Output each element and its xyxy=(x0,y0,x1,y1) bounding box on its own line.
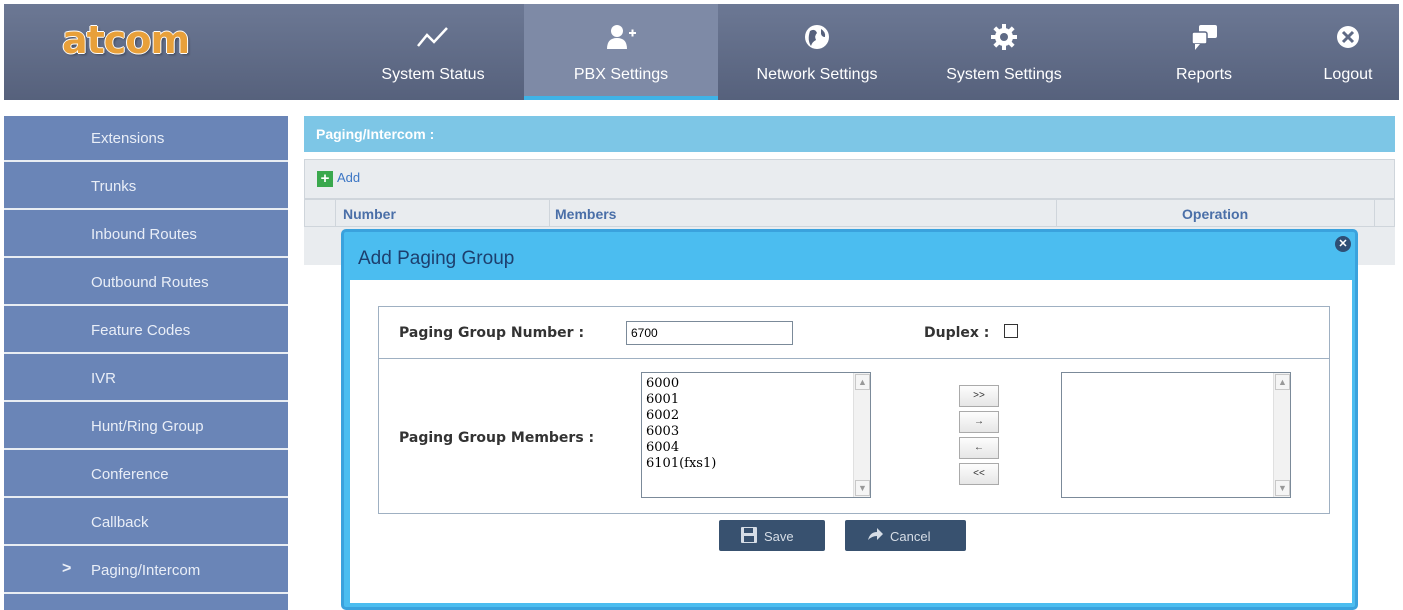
list-item[interactable]: 6001 xyxy=(642,392,870,408)
sidebar-item-extensions[interactable]: Extensions xyxy=(4,116,288,162)
remove-all-button[interactable]: << xyxy=(959,463,999,485)
add-selected-button[interactable]: → xyxy=(959,411,999,433)
scrollbar[interactable]: ▲ ▼ xyxy=(1273,373,1290,497)
sidebar-item-conference[interactable]: Conference xyxy=(4,452,288,498)
sidebar-item-feature-codes[interactable]: Feature Codes xyxy=(4,308,288,354)
sidebar: Extensions Trunks Inbound Routes Outboun… xyxy=(4,116,288,610)
scroll-up-icon[interactable]: ▲ xyxy=(1275,374,1290,390)
nav-system-settings[interactable]: System Settings xyxy=(934,4,1074,100)
active-indicator-icon: > xyxy=(62,560,72,577)
add-button[interactable]: + Add xyxy=(317,170,360,187)
nav-label: Reports xyxy=(1175,66,1233,83)
sidebar-item-label: IVR xyxy=(91,370,117,387)
column-divider xyxy=(549,200,550,226)
page-title: Paging/Intercom : xyxy=(316,126,435,142)
nav-label: Network Settings xyxy=(756,66,878,83)
dialog-body: Paging Group Number : Duplex : Paging Gr… xyxy=(350,280,1352,603)
duplex-label: Duplex : xyxy=(924,325,990,341)
globe-icon xyxy=(805,25,829,49)
scroll-down-icon[interactable]: ▼ xyxy=(1275,480,1290,496)
nav-system-status[interactable]: System Status xyxy=(368,4,498,100)
sidebar-item-hunt-ring-group[interactable]: Hunt/Ring Group xyxy=(4,404,288,450)
column-divider xyxy=(1374,200,1375,226)
column-number[interactable]: Number xyxy=(343,206,396,222)
paging-group-members-label: Paging Group Members : xyxy=(399,430,595,446)
add-all-button[interactable]: >> xyxy=(959,385,999,407)
top-navigation-bar: atcom System Status PBX Settings Network… xyxy=(4,4,1399,100)
paging-group-form: Paging Group Number : Duplex : Paging Gr… xyxy=(378,306,1330,514)
reply-arrow-icon xyxy=(868,528,883,540)
add-label: Add xyxy=(337,170,361,185)
list-item[interactable]: 6004 xyxy=(642,440,870,456)
available-members-list[interactable]: 6000 6001 6002 6003 6004 6101(fxs1) ▲ ▼ xyxy=(641,372,871,498)
nav-reports[interactable]: Reports xyxy=(1154,4,1254,100)
cancel-button[interactable]: Cancel xyxy=(845,520,966,551)
list-item[interactable]: 6101(fxs1) xyxy=(642,456,870,472)
chat-icon xyxy=(1191,25,1217,50)
sidebar-item-callback[interactable]: Callback xyxy=(4,500,288,546)
sidebar-item-label: Outbound Routes xyxy=(91,274,209,291)
table-header: Number Members Operation xyxy=(304,199,1395,227)
form-divider xyxy=(379,358,1329,359)
sidebar-item-label: Conference xyxy=(91,466,169,483)
scrollbar[interactable]: ▲ ▼ xyxy=(853,373,870,497)
sidebar-item-trunks[interactable]: Trunks xyxy=(4,164,288,210)
dialog-title: Add Paging Group xyxy=(358,248,515,269)
nav-label: PBX Settings xyxy=(573,66,669,83)
column-divider xyxy=(335,200,336,226)
sidebar-item-label: Paging/Intercom xyxy=(91,562,201,579)
sidebar-item-outbound-routes[interactable]: Outbound Routes xyxy=(4,260,288,306)
list-item[interactable]: 6003 xyxy=(642,424,870,440)
page-title-bar: Paging/Intercom : xyxy=(304,116,1395,152)
save-button[interactable]: Save xyxy=(719,520,825,551)
nav-logout[interactable]: Logout xyxy=(1312,4,1384,100)
sidebar-item-inbound-routes[interactable]: Inbound Routes xyxy=(4,212,288,258)
column-divider xyxy=(1056,200,1057,226)
scroll-up-icon[interactable]: ▲ xyxy=(855,374,870,390)
cancel-label: Cancel xyxy=(890,529,931,544)
sidebar-item-label: Extensions xyxy=(91,130,165,147)
save-icon xyxy=(741,527,757,543)
column-members[interactable]: Members xyxy=(555,206,616,222)
nav-label: System Settings xyxy=(946,66,1062,83)
sidebar-item-label: Trunks xyxy=(91,178,137,195)
sidebar-item-ivr[interactable]: IVR xyxy=(4,356,288,402)
plus-icon: + xyxy=(317,170,333,187)
nav-network-settings[interactable]: Network Settings xyxy=(737,4,897,100)
list-item[interactable]: 6002 xyxy=(642,408,870,424)
nav-label: System Status xyxy=(381,66,485,83)
selected-members-list[interactable]: ▲ ▼ xyxy=(1061,372,1291,498)
sidebar-item-label: Inbound Routes xyxy=(91,226,197,243)
remove-selected-button[interactable]: ← xyxy=(959,437,999,459)
nav-label: Logout xyxy=(1323,66,1373,83)
atcom-logo: atcom xyxy=(62,18,190,62)
paging-group-number-input[interactable] xyxy=(626,321,793,345)
add-user-icon xyxy=(607,25,636,49)
sidebar-item-label: Callback xyxy=(91,514,149,531)
sidebar-item-label: Feature Codes xyxy=(91,322,191,339)
nav-pbx-settings[interactable]: PBX Settings xyxy=(524,4,718,100)
duplex-checkbox[interactable] xyxy=(1004,324,1018,338)
save-label: Save xyxy=(764,529,794,544)
list-item[interactable]: 6000 xyxy=(642,376,870,392)
close-circle-icon xyxy=(1337,26,1359,48)
close-icon[interactable]: ✕ xyxy=(1335,236,1351,252)
sidebar-item-label: Hunt/Ring Group xyxy=(91,418,204,435)
sidebar-item-paging-intercom[interactable]: > Paging/Intercom xyxy=(4,548,288,594)
toolbar: + Add xyxy=(304,159,1395,199)
add-paging-group-dialog: Add Paging Group ✕ Paging Group Number :… xyxy=(341,229,1358,610)
paging-group-number-label: Paging Group Number : xyxy=(399,325,585,341)
gear-icon xyxy=(991,24,1017,50)
scroll-down-icon[interactable]: ▼ xyxy=(855,480,870,496)
column-operation[interactable]: Operation xyxy=(1182,206,1248,222)
line-chart-icon xyxy=(417,27,448,47)
